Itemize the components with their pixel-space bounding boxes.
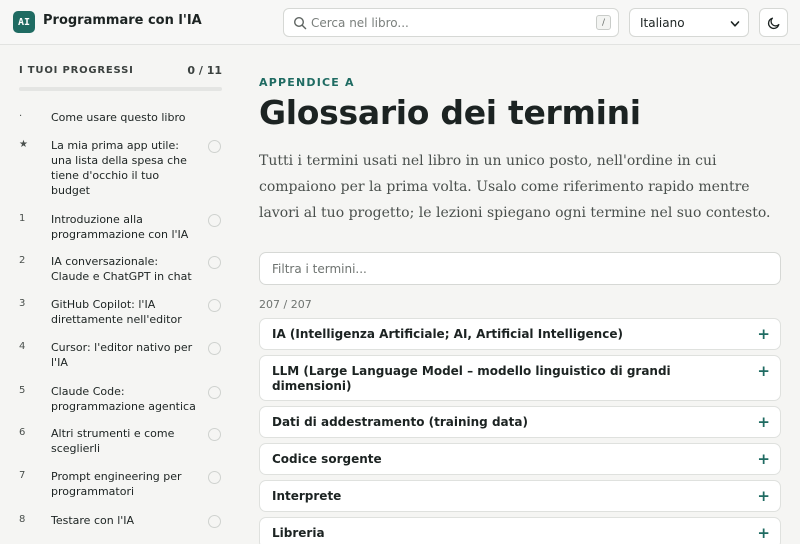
toc-item-number: 6: [19, 427, 26, 438]
glossary-term[interactable]: Libreria +: [259, 517, 781, 544]
completion-checkbox[interactable]: [208, 386, 221, 399]
expand-plus-icon[interactable]: +: [757, 413, 770, 431]
toc-item-marker: ·: [19, 111, 23, 122]
progress-bar: [19, 87, 222, 91]
toc-item-label: La mia prima app utile: una lista della …: [51, 139, 187, 197]
completion-checkbox[interactable]: [208, 471, 221, 484]
glossary-term[interactable]: Interprete +: [259, 480, 781, 512]
expand-plus-icon[interactable]: +: [757, 524, 770, 542]
glossary-term[interactable]: IA (Intelligenza Artificiale; AI, Artifi…: [259, 318, 781, 350]
toc-item-label: Altri strumenti e come sceglierli: [51, 427, 175, 455]
glossary-term-label: IA (Intelligenza Artificiale; AI, Artifi…: [272, 327, 623, 341]
toc-item-label: Claude Code: programmazione agentica: [51, 385, 196, 413]
search-input[interactable]: [311, 12, 571, 33]
toc-item-marker: ★: [19, 139, 28, 150]
completion-checkbox[interactable]: [208, 214, 221, 227]
completion-checkbox[interactable]: [208, 299, 221, 312]
moon-icon: [767, 17, 780, 30]
toc-item-number: 5: [19, 385, 26, 396]
toc-item-number: 2: [19, 255, 26, 266]
theme-toggle-button[interactable]: [759, 8, 788, 37]
glossary-term-label: Codice sorgente: [272, 452, 382, 466]
completion-checkbox[interactable]: [208, 256, 221, 269]
intro-paragraph: Tutti i termini usati nel libro in un un…: [259, 153, 771, 221]
completion-checkbox[interactable]: [208, 428, 221, 441]
expand-plus-icon[interactable]: +: [757, 450, 770, 468]
search-shortcut-hint: /: [596, 15, 611, 30]
results-count: 207 / 207: [259, 298, 312, 311]
search-box[interactable]: /: [283, 8, 619, 37]
completion-checkbox[interactable]: [208, 140, 221, 153]
toc-item-number: 8: [19, 514, 26, 525]
completion-checkbox[interactable]: [208, 515, 221, 528]
filter-input[interactable]: [272, 260, 762, 278]
glossary-term[interactable]: Dati di addestramento (training data) +: [259, 406, 781, 438]
page-title: Glossario dei termini: [259, 93, 641, 132]
toc-item-number: 7: [19, 470, 26, 481]
glossary-term[interactable]: Codice sorgente +: [259, 443, 781, 475]
glossary-term-label: Libreria: [272, 526, 325, 540]
completion-checkbox[interactable]: [208, 342, 221, 355]
toc-item-label: Testare con l'IA: [51, 514, 135, 527]
chevron-down-icon: [730, 21, 740, 27]
toc-item-label: GitHub Copilot: l'IA direttamente nell'e…: [51, 298, 182, 326]
top-bar: AI Programmare con l'IA / Italiano: [0, 0, 800, 45]
appendix-label: APPENDICE A: [259, 76, 355, 89]
progress-count: 0 / 11: [187, 64, 222, 77]
search-icon: [293, 16, 307, 30]
expand-plus-icon[interactable]: +: [757, 362, 770, 380]
toc-item-label: Come usare questo libro: [51, 111, 186, 124]
toc-item-label: Cursor: l'editor nativo per l'IA: [51, 341, 193, 369]
expand-plus-icon[interactable]: +: [757, 487, 770, 505]
toc-item-label: Prompt engineering per programmatori: [51, 470, 182, 498]
toc-item-number: 3: [19, 298, 26, 309]
toc-item-number: 4: [19, 341, 26, 352]
filter-box[interactable]: [259, 252, 781, 285]
progress-title: I TUOI PROGRESSI: [19, 65, 134, 76]
app-title[interactable]: Programmare con l'IA: [43, 13, 202, 28]
toc-item-label: IA conversazionale: Claude e ChatGPT in …: [51, 255, 192, 283]
language-selected-value: Italiano: [640, 16, 685, 30]
expand-plus-icon[interactable]: +: [757, 325, 770, 343]
toc-item-number: 1: [19, 213, 26, 224]
language-select[interactable]: Italiano: [629, 8, 749, 37]
glossary-term-label: LLM (Large Language Model – modello ling…: [272, 364, 671, 393]
glossary-term-label: Interprete: [272, 489, 342, 503]
glossary-term-label: Dati di addestramento (training data): [272, 415, 528, 429]
logo[interactable]: AI: [13, 11, 35, 33]
glossary-term[interactable]: LLM (Large Language Model – modello ling…: [259, 355, 781, 401]
toc-item-label: Introduzione alla programmazione con l'I…: [51, 213, 189, 241]
